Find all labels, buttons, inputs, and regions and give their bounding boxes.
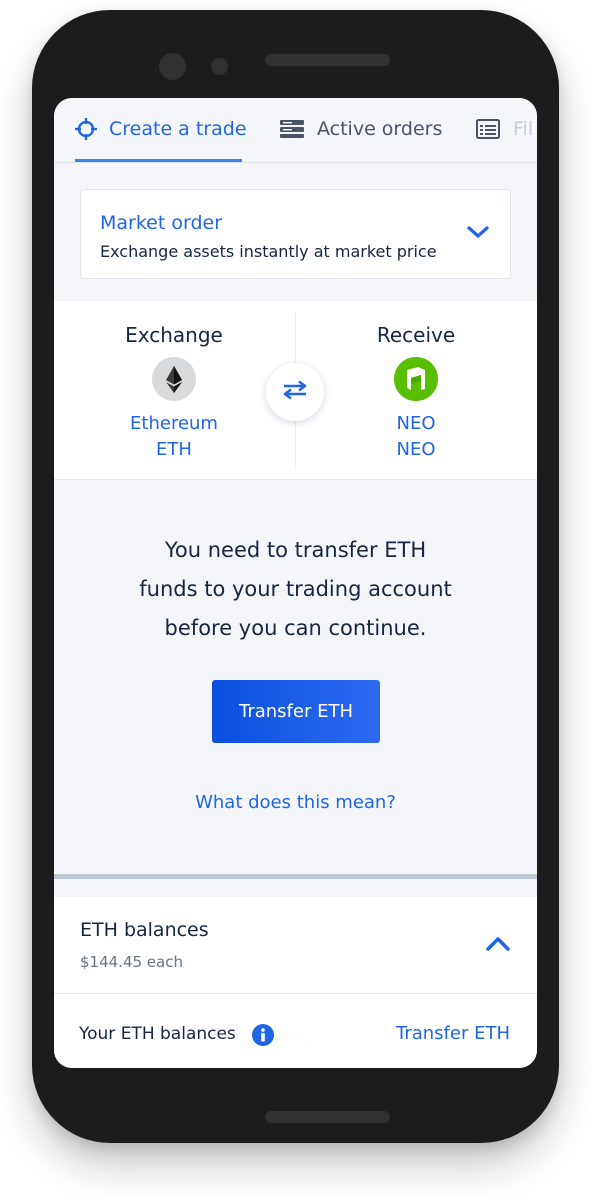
- exchange-pair: Exchange Ethereum ETH Receive NEO NEO: [54, 301, 537, 480]
- tab-active-orders[interactable]: Active orders: [280, 98, 442, 160]
- what-does-this-mean-link[interactable]: What does this mean?: [54, 792, 537, 813]
- balances-price: $144.45 each: [80, 953, 183, 971]
- sensor: [211, 58, 228, 75]
- tab-bar: Create a trade Active orders Fil: [54, 98, 537, 163]
- app-screen: Create a trade Active orders Fil Market …: [54, 98, 537, 1068]
- front-camera: [159, 53, 186, 80]
- tab-history[interactable]: Fil: [476, 98, 533, 160]
- to-coin-name: NEO: [396, 413, 436, 434]
- transfer-required-panel: You need to transfer ETH funds to your t…: [54, 480, 537, 870]
- order-type-select[interactable]: Market order Exchange assets instantly a…: [80, 189, 511, 279]
- tab-label: Active orders: [317, 118, 443, 140]
- speaker-grille: [265, 54, 390, 66]
- transfer-eth-button[interactable]: Transfer ETH: [212, 680, 380, 743]
- from-coin-code: ETH: [156, 439, 192, 460]
- from-coin-name: Ethereum: [130, 413, 218, 434]
- tooltip-stub: [281, 1038, 311, 1047]
- order-type-title: Market order: [100, 212, 223, 234]
- your-balances-label: Your ETH balances: [79, 1024, 236, 1044]
- receive-label: Receive: [376, 323, 456, 347]
- message-line: before you can continue.: [164, 616, 427, 640]
- transfer-eth-link[interactable]: Transfer ETH: [396, 1023, 510, 1044]
- chevron-up-icon[interactable]: [485, 935, 511, 957]
- to-coin-code: NEO: [396, 439, 436, 460]
- tab-label: Create a trade: [109, 118, 247, 140]
- neo-icon: [394, 357, 438, 401]
- chevron-down-icon: [466, 224, 490, 244]
- info-icon[interactable]: [252, 1024, 274, 1046]
- swap-arrows-icon: [282, 380, 308, 404]
- tab-label: Fil: [513, 118, 534, 140]
- active-tab-indicator: [75, 159, 242, 162]
- exchange-label: Exchange: [125, 323, 223, 347]
- history-list-icon: [476, 119, 500, 139]
- message-line: funds to your trading account: [139, 577, 452, 601]
- crosshair-icon: [75, 118, 97, 140]
- section-gap: [54, 879, 537, 897]
- ethereum-icon: [152, 357, 196, 401]
- message-line: You need to transfer ETH: [164, 538, 427, 562]
- order-type-subtitle: Exchange assets instantly at market pric…: [100, 242, 437, 261]
- tab-create-trade[interactable]: Create a trade: [75, 98, 247, 160]
- bottom-bezel-bar: [265, 1111, 390, 1123]
- balances-title: ETH balances: [80, 919, 209, 941]
- eth-balances-header[interactable]: ETH balances $144.45 each: [54, 897, 537, 994]
- your-balances-row: Your ETH balances Transfer ETH: [54, 994, 537, 1068]
- orders-list-icon: [280, 119, 304, 139]
